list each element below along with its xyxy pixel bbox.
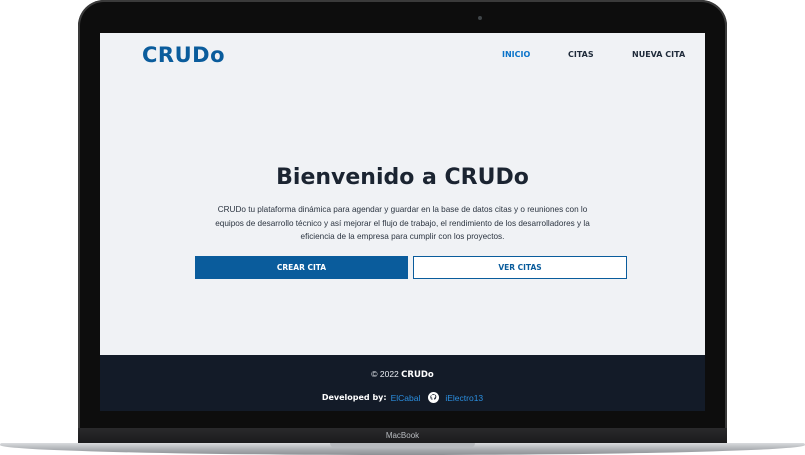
github-icon[interactable]	[428, 392, 440, 403]
hero-title: Bienvenido a CRUDo	[276, 165, 529, 190]
developer-credits: Developed by: ElCabal iElectro13	[100, 392, 705, 403]
hero-description-line: eficiencia de la empresa para cumplir co…	[300, 232, 505, 241]
browser-viewport: CRUDo INICIO CITAS NUEVA CITA Bienvenido…	[100, 33, 705, 411]
nav-link-citas[interactable]: CITAS	[568, 50, 594, 59]
laptop-hinge: MacBook	[78, 428, 727, 444]
crear-cita-button[interactable]: CREAR CITA	[195, 256, 408, 279]
hero-description-line: CRUDo tu plataforma dinámica para agenda…	[217, 205, 588, 214]
nav-link-nueva-cita[interactable]: NUEVA CITA	[632, 50, 685, 59]
hero-description-line: equipos de desarrollo técnico y así mejo…	[215, 218, 590, 228]
copyright-brand: CRUDo	[401, 370, 434, 380]
developer-link-elcabal[interactable]: ElCabal	[391, 393, 421, 403]
site-logo[interactable]: CRUDo	[142, 43, 225, 67]
hero-description: CRUDo tu plataforma dinámica para agenda…	[188, 203, 617, 244]
webcam-dot	[478, 16, 482, 20]
device-brand-label: MacBook	[385, 431, 420, 440]
copyright-text: © 2022 CRUDo	[100, 369, 705, 380]
site-footer: © 2022 CRUDo Developed by: ElCabal iElec…	[100, 355, 705, 411]
copyright-prefix: © 2022	[371, 369, 399, 379]
developed-by-label: Developed by:	[321, 393, 387, 402]
nav-link-inicio[interactable]: INICIO	[502, 50, 530, 59]
top-navbar: CRUDo INICIO CITAS NUEVA CITA	[100, 33, 705, 79]
laptop-notch	[330, 443, 475, 448]
ver-citas-button[interactable]: VER CITAS	[413, 256, 627, 279]
developer-link-ielectro13[interactable]: iElectro13	[445, 393, 483, 403]
laptop-mockup: CRUDo INICIO CITAS NUEVA CITA Bienvenido…	[0, 0, 805, 455]
